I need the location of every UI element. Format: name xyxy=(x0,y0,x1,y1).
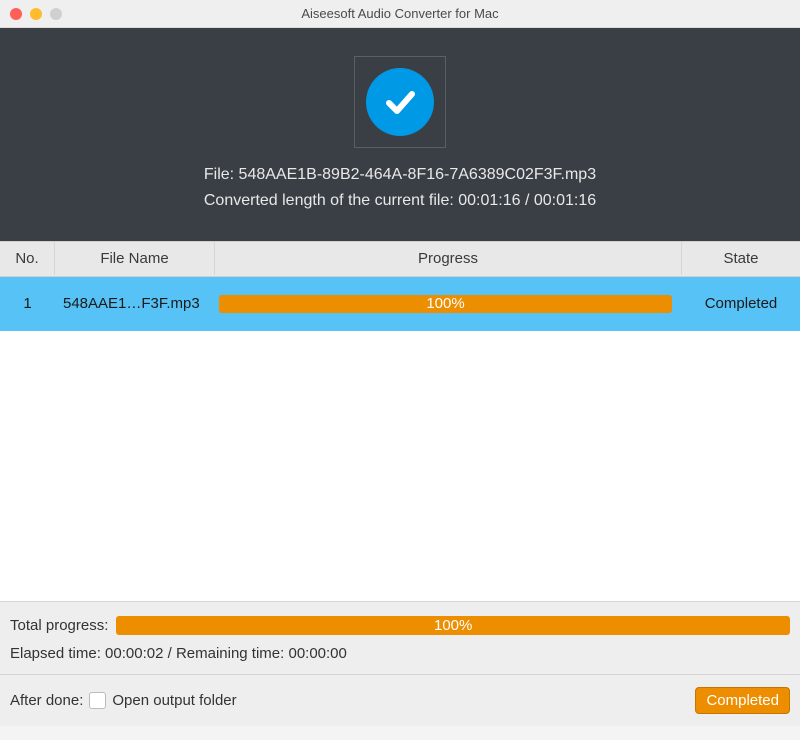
hero-text: File: 548AAE1B-89B2-464A-8F16-7A6389C02F… xyxy=(204,162,596,215)
total-progress-bar: 100% xyxy=(116,616,790,635)
row-state: Completed xyxy=(682,295,800,312)
completed-button[interactable]: Completed xyxy=(695,687,790,714)
total-progress-label: Total progress: xyxy=(10,617,108,634)
window-title: Aiseesoft Audio Converter for Mac xyxy=(301,6,498,21)
footer-bottom-row: After done: Open output folder Completed xyxy=(0,675,800,726)
elapsed-remaining-label: Elapsed time: 00:00:02 / Remaining time:… xyxy=(0,639,800,675)
after-done-label: After done: xyxy=(10,692,83,709)
column-header-filename: File Name xyxy=(55,242,215,275)
row-progress-bar: 100% xyxy=(219,295,672,313)
row-filename: 548AAE1…F3F.mp3 xyxy=(55,295,215,312)
titlebar: Aiseesoft Audio Converter for Mac xyxy=(0,0,800,28)
open-output-folder-checkbox[interactable] xyxy=(89,692,106,709)
window-controls xyxy=(10,8,62,20)
column-header-no: No. xyxy=(0,242,55,275)
footer-panel: Total progress: 100% Elapsed time: 00:00… xyxy=(0,601,800,726)
column-header-progress: Progress xyxy=(215,242,682,275)
table-row[interactable]: 1 548AAE1…F3F.mp3 100% Completed xyxy=(0,277,800,331)
checkmark-icon xyxy=(366,68,434,136)
column-header-state: State xyxy=(682,242,800,275)
open-output-folder-label: Open output folder xyxy=(112,692,236,709)
file-name-label: File: 548AAE1B-89B2-464A-8F16-7A6389C02F… xyxy=(204,162,596,188)
status-icon-frame xyxy=(354,56,446,148)
minimize-window-button[interactable] xyxy=(30,8,42,20)
maximize-window-button[interactable] xyxy=(50,8,62,20)
row-number: 1 xyxy=(0,295,55,312)
close-window-button[interactable] xyxy=(10,8,22,20)
total-progress-row: Total progress: 100% xyxy=(0,602,800,639)
row-progress-cell: 100% xyxy=(215,295,682,313)
converted-length-label: Converted length of the current file: 00… xyxy=(204,188,596,214)
table-empty-area xyxy=(0,331,800,601)
table-header: No. File Name Progress State xyxy=(0,241,800,277)
hero-panel: File: 548AAE1B-89B2-464A-8F16-7A6389C02F… xyxy=(0,28,800,241)
